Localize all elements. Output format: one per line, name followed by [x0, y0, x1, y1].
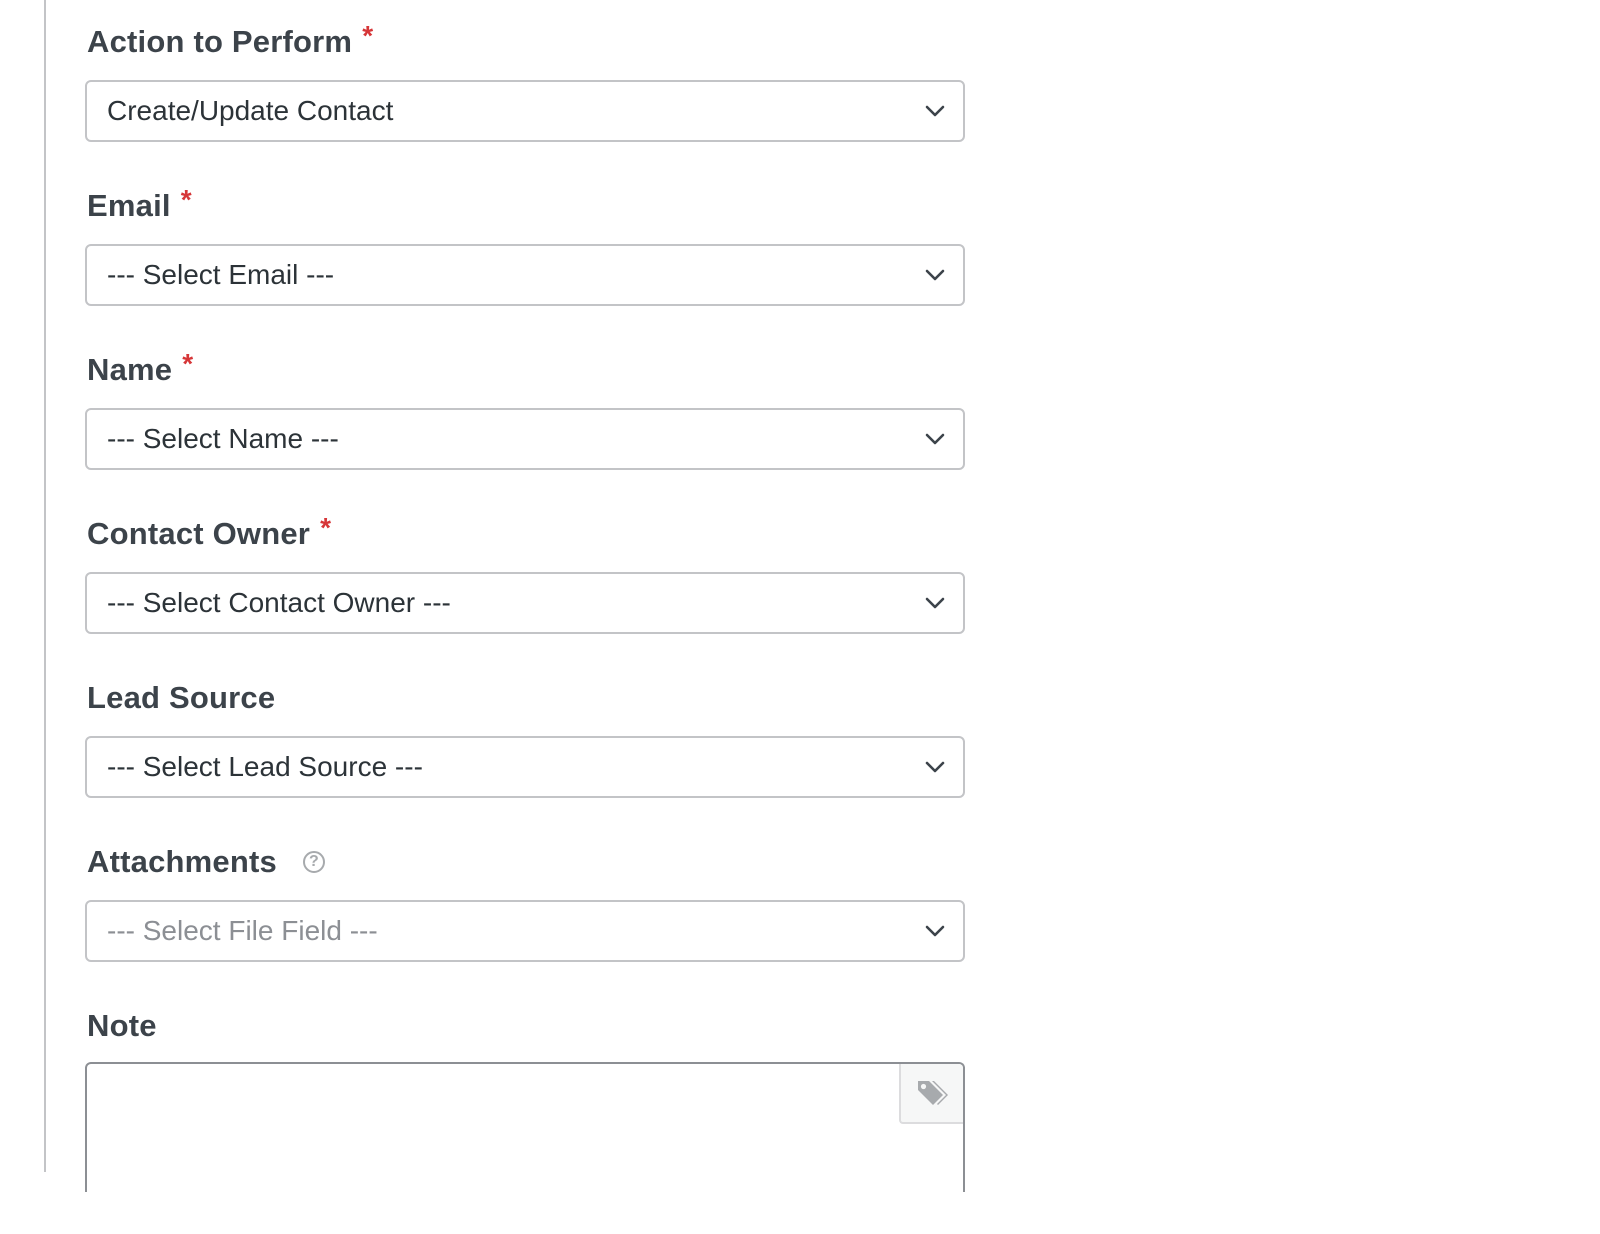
- chevron-down-icon: [925, 925, 945, 937]
- field-note: Note: [85, 1004, 967, 1192]
- select-value: --- Select Contact Owner ---: [107, 587, 451, 618]
- chevron-down-icon: [925, 433, 945, 445]
- tags-icon: [918, 1081, 948, 1105]
- chevron-down-icon: [925, 761, 945, 773]
- note-textarea[interactable]: [85, 1062, 965, 1192]
- field-label-text: Lead Source: [87, 680, 276, 715]
- field-action-to-perform: Action to Perform * Create/Update Contac…: [85, 20, 967, 142]
- field-label-text: Name: [87, 352, 173, 387]
- field-label-text: Action to Perform: [87, 24, 353, 59]
- field-label: Note: [87, 1004, 967, 1048]
- name-select[interactable]: --- Select Name ---: [85, 408, 965, 470]
- contact-form: Action to Perform * Create/Update Contac…: [85, 20, 967, 1234]
- attachments-select[interactable]: --- Select File Field ---: [85, 900, 965, 962]
- chevron-down-icon: [925, 105, 945, 117]
- field-email: Email * --- Select Email ---: [85, 184, 967, 306]
- required-asterisk: *: [320, 512, 332, 543]
- field-lead-source: Lead Source --- Select Lead Source ---: [85, 676, 967, 798]
- select-value: --- Select Name ---: [107, 423, 339, 454]
- field-name: Name * --- Select Name ---: [85, 348, 967, 470]
- question-circle-icon[interactable]: ?: [302, 851, 325, 873]
- field-label: Email *: [87, 184, 967, 228]
- action-select[interactable]: Create/Update Contact: [85, 80, 965, 142]
- select-value: --- Select Email ---: [107, 259, 335, 290]
- field-contact-owner: Contact Owner * --- Select Contact Owner…: [85, 512, 967, 634]
- field-label-text: Contact Owner: [87, 516, 311, 551]
- field-label: Attachments ?: [87, 840, 967, 884]
- required-asterisk: *: [180, 184, 192, 215]
- smart-tags-button[interactable]: [899, 1064, 963, 1124]
- chevron-down-icon: [925, 597, 945, 609]
- select-value: --- Select Lead Source ---: [107, 751, 423, 782]
- contact-owner-select[interactable]: --- Select Contact Owner ---: [85, 572, 965, 634]
- field-label: Lead Source: [87, 676, 967, 720]
- field-label: Action to Perform *: [87, 20, 967, 64]
- field-label: Contact Owner *: [87, 512, 967, 556]
- field-label: Name *: [87, 348, 967, 392]
- select-value: --- Select File Field ---: [107, 915, 378, 946]
- required-asterisk: *: [362, 20, 374, 51]
- field-attachments: Attachments ? --- Select File Field ---: [85, 840, 967, 962]
- required-asterisk: *: [182, 348, 194, 379]
- select-value: Create/Update Contact: [107, 95, 394, 126]
- field-label-text: Email: [87, 188, 171, 223]
- left-border-divider: [44, 0, 46, 1172]
- chevron-down-icon: [925, 269, 945, 281]
- lead-source-select[interactable]: --- Select Lead Source ---: [85, 736, 965, 798]
- field-label-text: Note: [87, 1008, 157, 1043]
- field-label-text: Attachments: [87, 844, 277, 879]
- email-select[interactable]: --- Select Email ---: [85, 244, 965, 306]
